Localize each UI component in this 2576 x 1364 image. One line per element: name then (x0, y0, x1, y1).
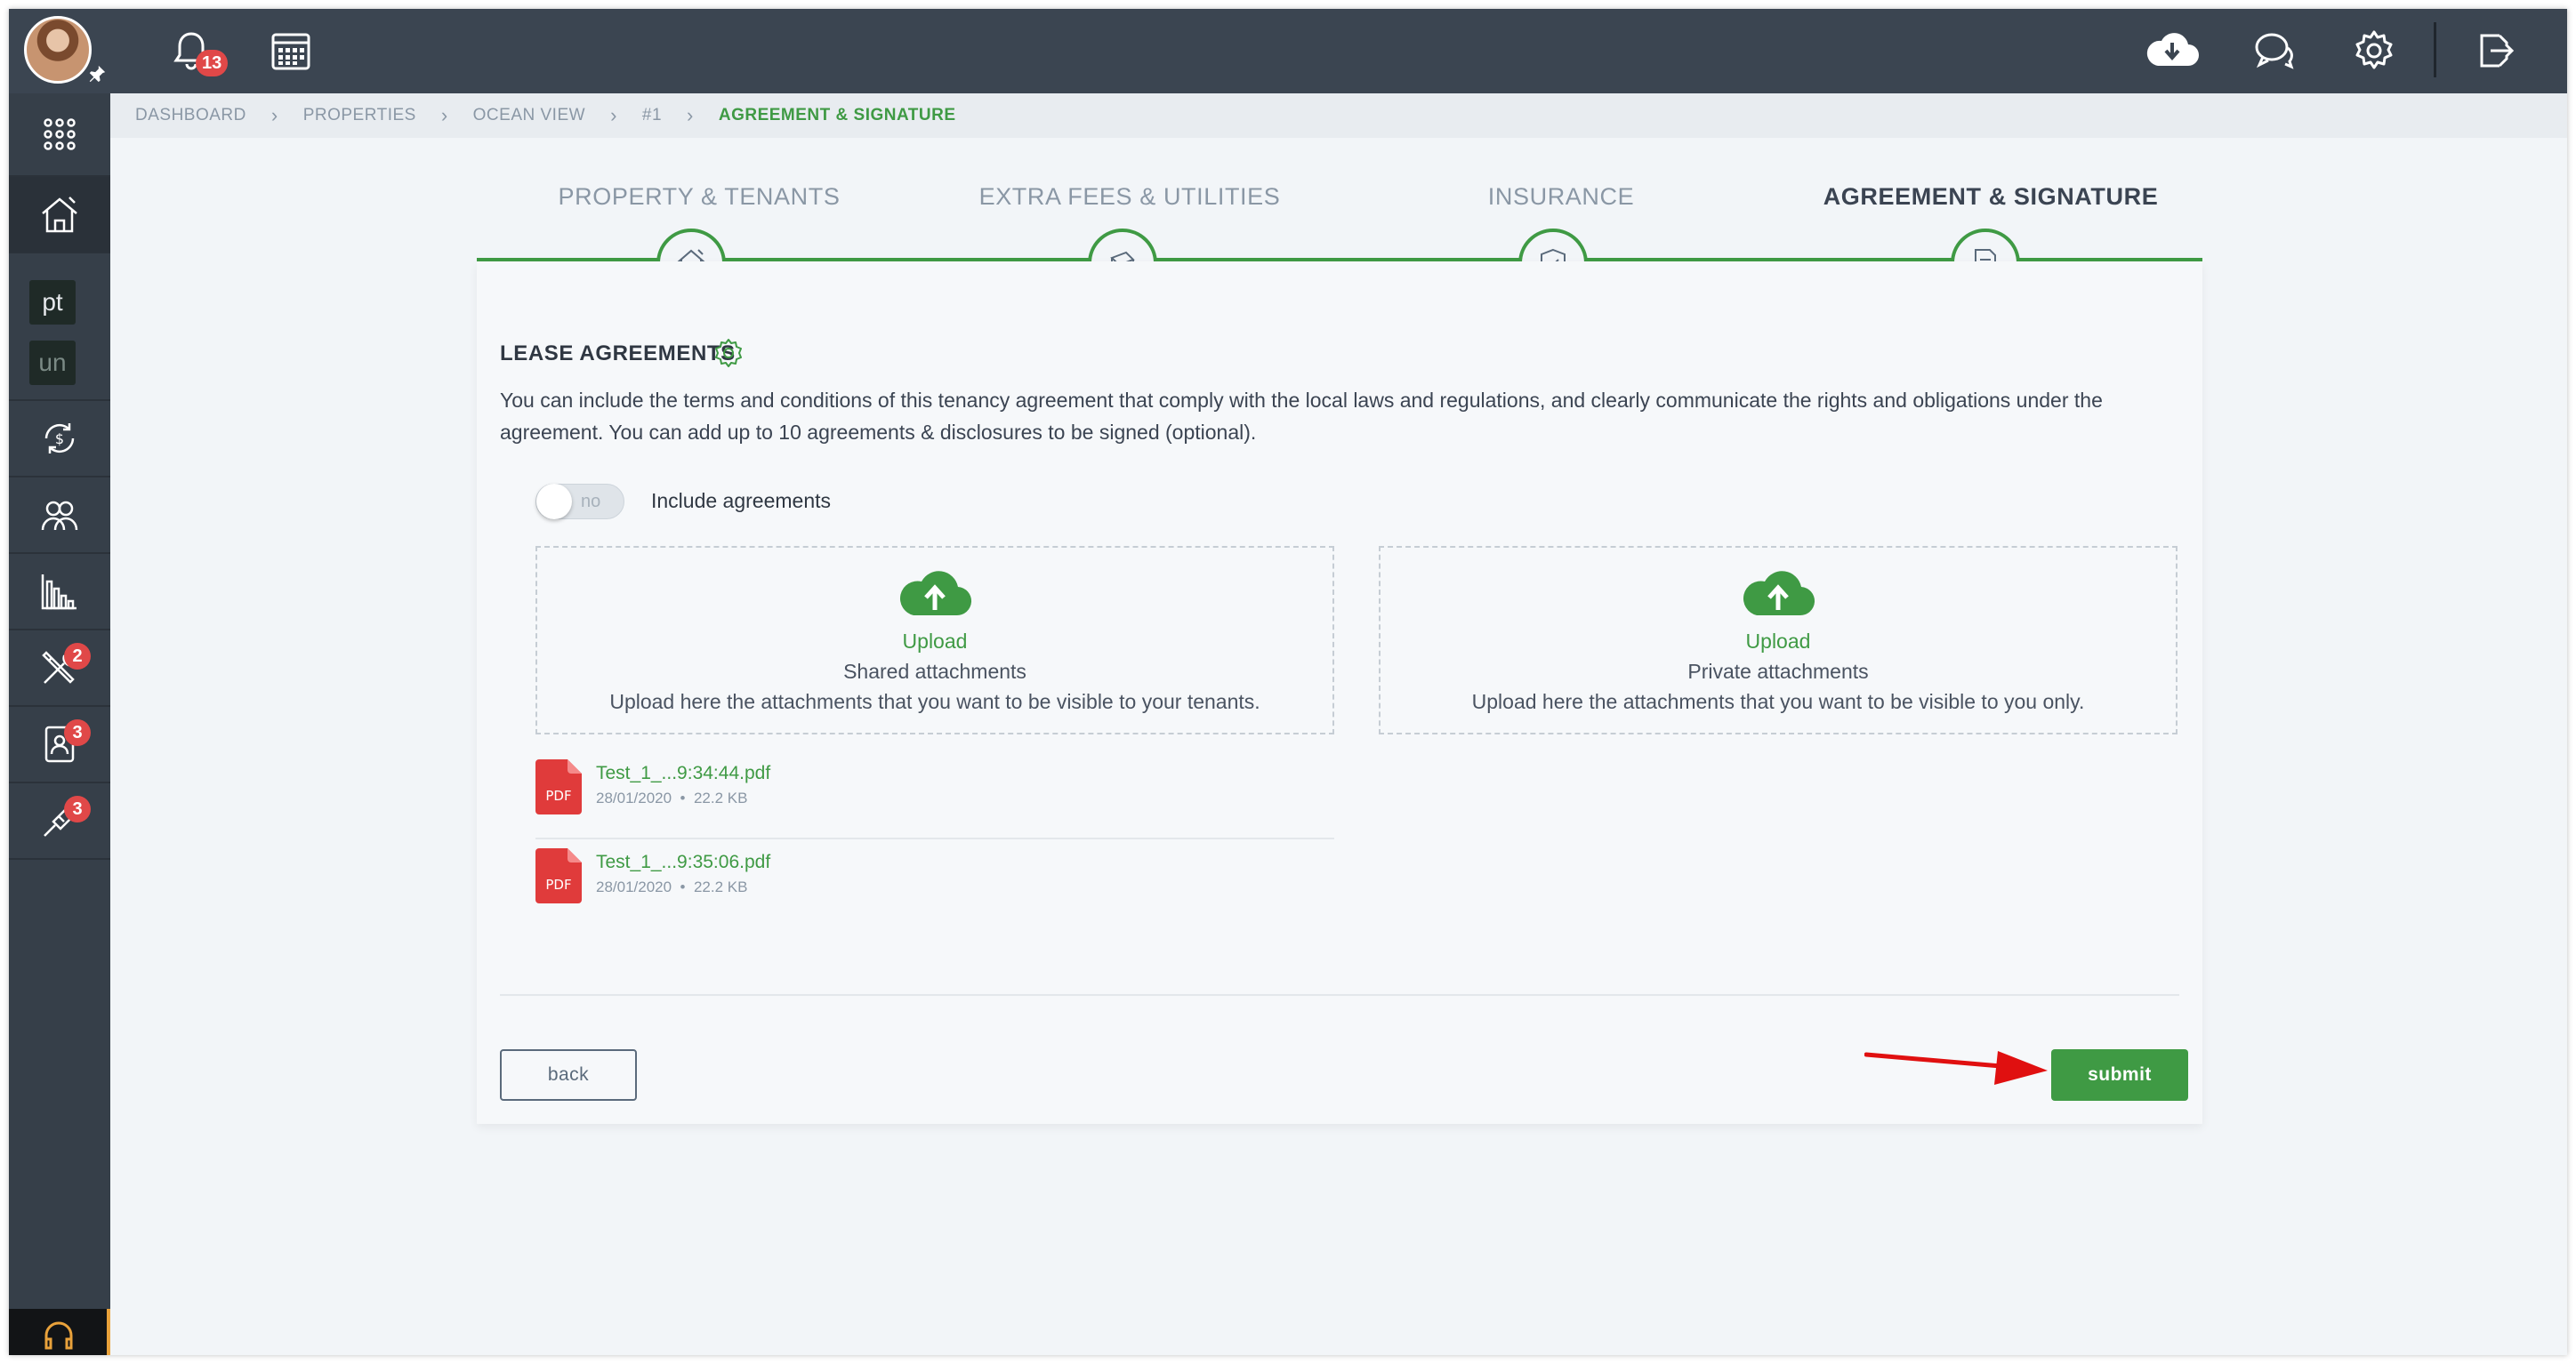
step-label-extra-fees[interactable]: EXTRA FEES & UTILITIES (925, 183, 1334, 211)
sidebar-item-payments[interactable]: $ (9, 401, 110, 477)
logout-icon[interactable] (2473, 28, 2517, 73)
tools-badge: 3 (64, 796, 91, 822)
gear-icon[interactable] (2352, 28, 2396, 73)
sidebar-item-maintenance[interactable] (9, 630, 110, 707)
toolbar-divider (2434, 22, 2436, 77)
sidebar-tag-un[interactable]: un (29, 341, 76, 385)
file-meta: 28/01/2020 • 22.2 KB (596, 790, 748, 806)
sidebar-item-tenant-requests[interactable] (9, 707, 110, 783)
toggle-state-label: no (581, 492, 601, 511)
tenant-requests-badge: 3 (64, 719, 91, 746)
toggle-knob (536, 484, 572, 519)
file-size: 22.2 KB (693, 790, 748, 806)
pdf-type-label: PDF (545, 877, 571, 893)
chevron-right-icon: › (270, 104, 278, 126)
include-agreements-toggle[interactable]: no (535, 484, 624, 519)
file-item[interactable]: PDF Test_1_...9:35:06.pdf 28/01/2020 • 2… (535, 839, 1334, 928)
breadcrumb-unit[interactable]: #1 (642, 106, 662, 125)
breadcrumb-properties[interactable]: PROPERTIES (303, 106, 416, 125)
include-agreements-label: Include agreements (651, 489, 832, 512)
calendar-icon[interactable] (269, 28, 313, 73)
card-divider (500, 994, 2179, 996)
file-name[interactable]: Test_1_...9:34:44.pdf (596, 763, 770, 784)
file-date: 28/01/2020 (596, 879, 672, 895)
step-label-property-tenants[interactable]: PROPERTY & TENANTS (495, 183, 904, 211)
breadcrumb-current: AGREEMENT & SIGNATURE (718, 106, 956, 124)
chevron-right-icon: › (687, 104, 694, 126)
apps-grid-icon (44, 118, 76, 150)
notifications-badge: 13 (196, 50, 229, 76)
file-meta: 28/01/2020 • 22.2 KB (596, 879, 748, 895)
svg-text:$: $ (55, 430, 64, 447)
chevron-right-icon: › (440, 104, 448, 126)
private-attachments-dropzone[interactable]: Upload Private attachments Upload here t… (1379, 546, 2178, 734)
breadcrumb: DASHBOARD › PROPERTIES › OCEAN VIEW › #1… (110, 93, 2567, 138)
maintenance-badge: 2 (64, 643, 91, 670)
money-cycle-icon: $ (44, 423, 75, 453)
private-attachments-description: Upload here the attachments that you wan… (1471, 690, 2085, 713)
pin-icon (89, 65, 106, 83)
private-upload-link[interactable]: Upload (1381, 630, 2176, 654)
shared-attachments-description: Upload here the attachments that you wan… (609, 690, 1260, 713)
sidebar-tag-pt[interactable]: pt (29, 280, 76, 325)
house-icon (42, 197, 77, 233)
file-size: 22.2 KB (693, 879, 748, 895)
breadcrumb-property[interactable]: OCEAN VIEW (473, 106, 585, 125)
pdf-file-icon: PDF (535, 759, 582, 814)
lease-agreements-card: LEASE AGREEMENTS You can include the ter… (477, 261, 2202, 1124)
step-label-insurance[interactable]: INSURANCE (1356, 183, 1766, 211)
headset-icon (44, 1321, 73, 1350)
section-description: You can include the terms and conditions… (500, 389, 2103, 444)
sidebar-item-properties[interactable] (9, 177, 110, 253)
file-item[interactable]: PDF Test_1_...9:34:44.pdf 28/01/2020 • 2… (535, 750, 1334, 839)
sidebar-item-reports[interactable] (9, 554, 110, 630)
section-title: LEASE AGREEMENTS (500, 341, 736, 365)
bar-chart-icon (41, 574, 76, 610)
submit-button[interactable]: submit (2051, 1049, 2188, 1101)
cloud-upload-icon (899, 571, 972, 616)
breadcrumb-dashboard[interactable]: DASHBOARD (135, 106, 246, 125)
annotation-arrow-icon (1864, 1051, 2048, 1085)
sidebar-item-tools[interactable] (9, 783, 110, 860)
step-label-agreement-signature[interactable]: AGREEMENT & SIGNATURE (1786, 183, 2195, 211)
avatar[interactable] (24, 16, 92, 84)
sidebar: pt un $ 2 3 3 (9, 93, 110, 1355)
top-bar: 13 (9, 9, 2567, 93)
back-button[interactable]: back (500, 1049, 637, 1101)
cloud-upload-icon (1743, 571, 1815, 616)
shared-attachments-title: Shared attachments (843, 660, 1026, 683)
people-icon (41, 501, 78, 531)
chevron-right-icon: › (610, 104, 617, 126)
support-button[interactable] (9, 1309, 110, 1355)
shared-attachments-dropzone[interactable]: Upload Shared attachments Upload here th… (535, 546, 1334, 734)
sidebar-item-apps[interactable] (9, 93, 110, 177)
file-name[interactable]: Test_1_...9:35:06.pdf (596, 852, 770, 873)
file-date: 28/01/2020 (596, 790, 672, 806)
pdf-type-label: PDF (545, 788, 571, 804)
cloud-download-icon[interactable] (2144, 28, 2201, 73)
private-attachments-title: Private attachments (1687, 660, 1869, 683)
app-window: 13 pt un $ 2 3 3 DASHBOARD › PROPERTIES … (9, 9, 2567, 1355)
settings-gear-icon[interactable] (712, 337, 745, 369)
sidebar-item-tenants[interactable] (9, 477, 110, 554)
chat-icon[interactable] (2252, 28, 2297, 73)
pdf-file-icon: PDF (535, 848, 582, 903)
shared-upload-link[interactable]: Upload (537, 630, 1332, 654)
